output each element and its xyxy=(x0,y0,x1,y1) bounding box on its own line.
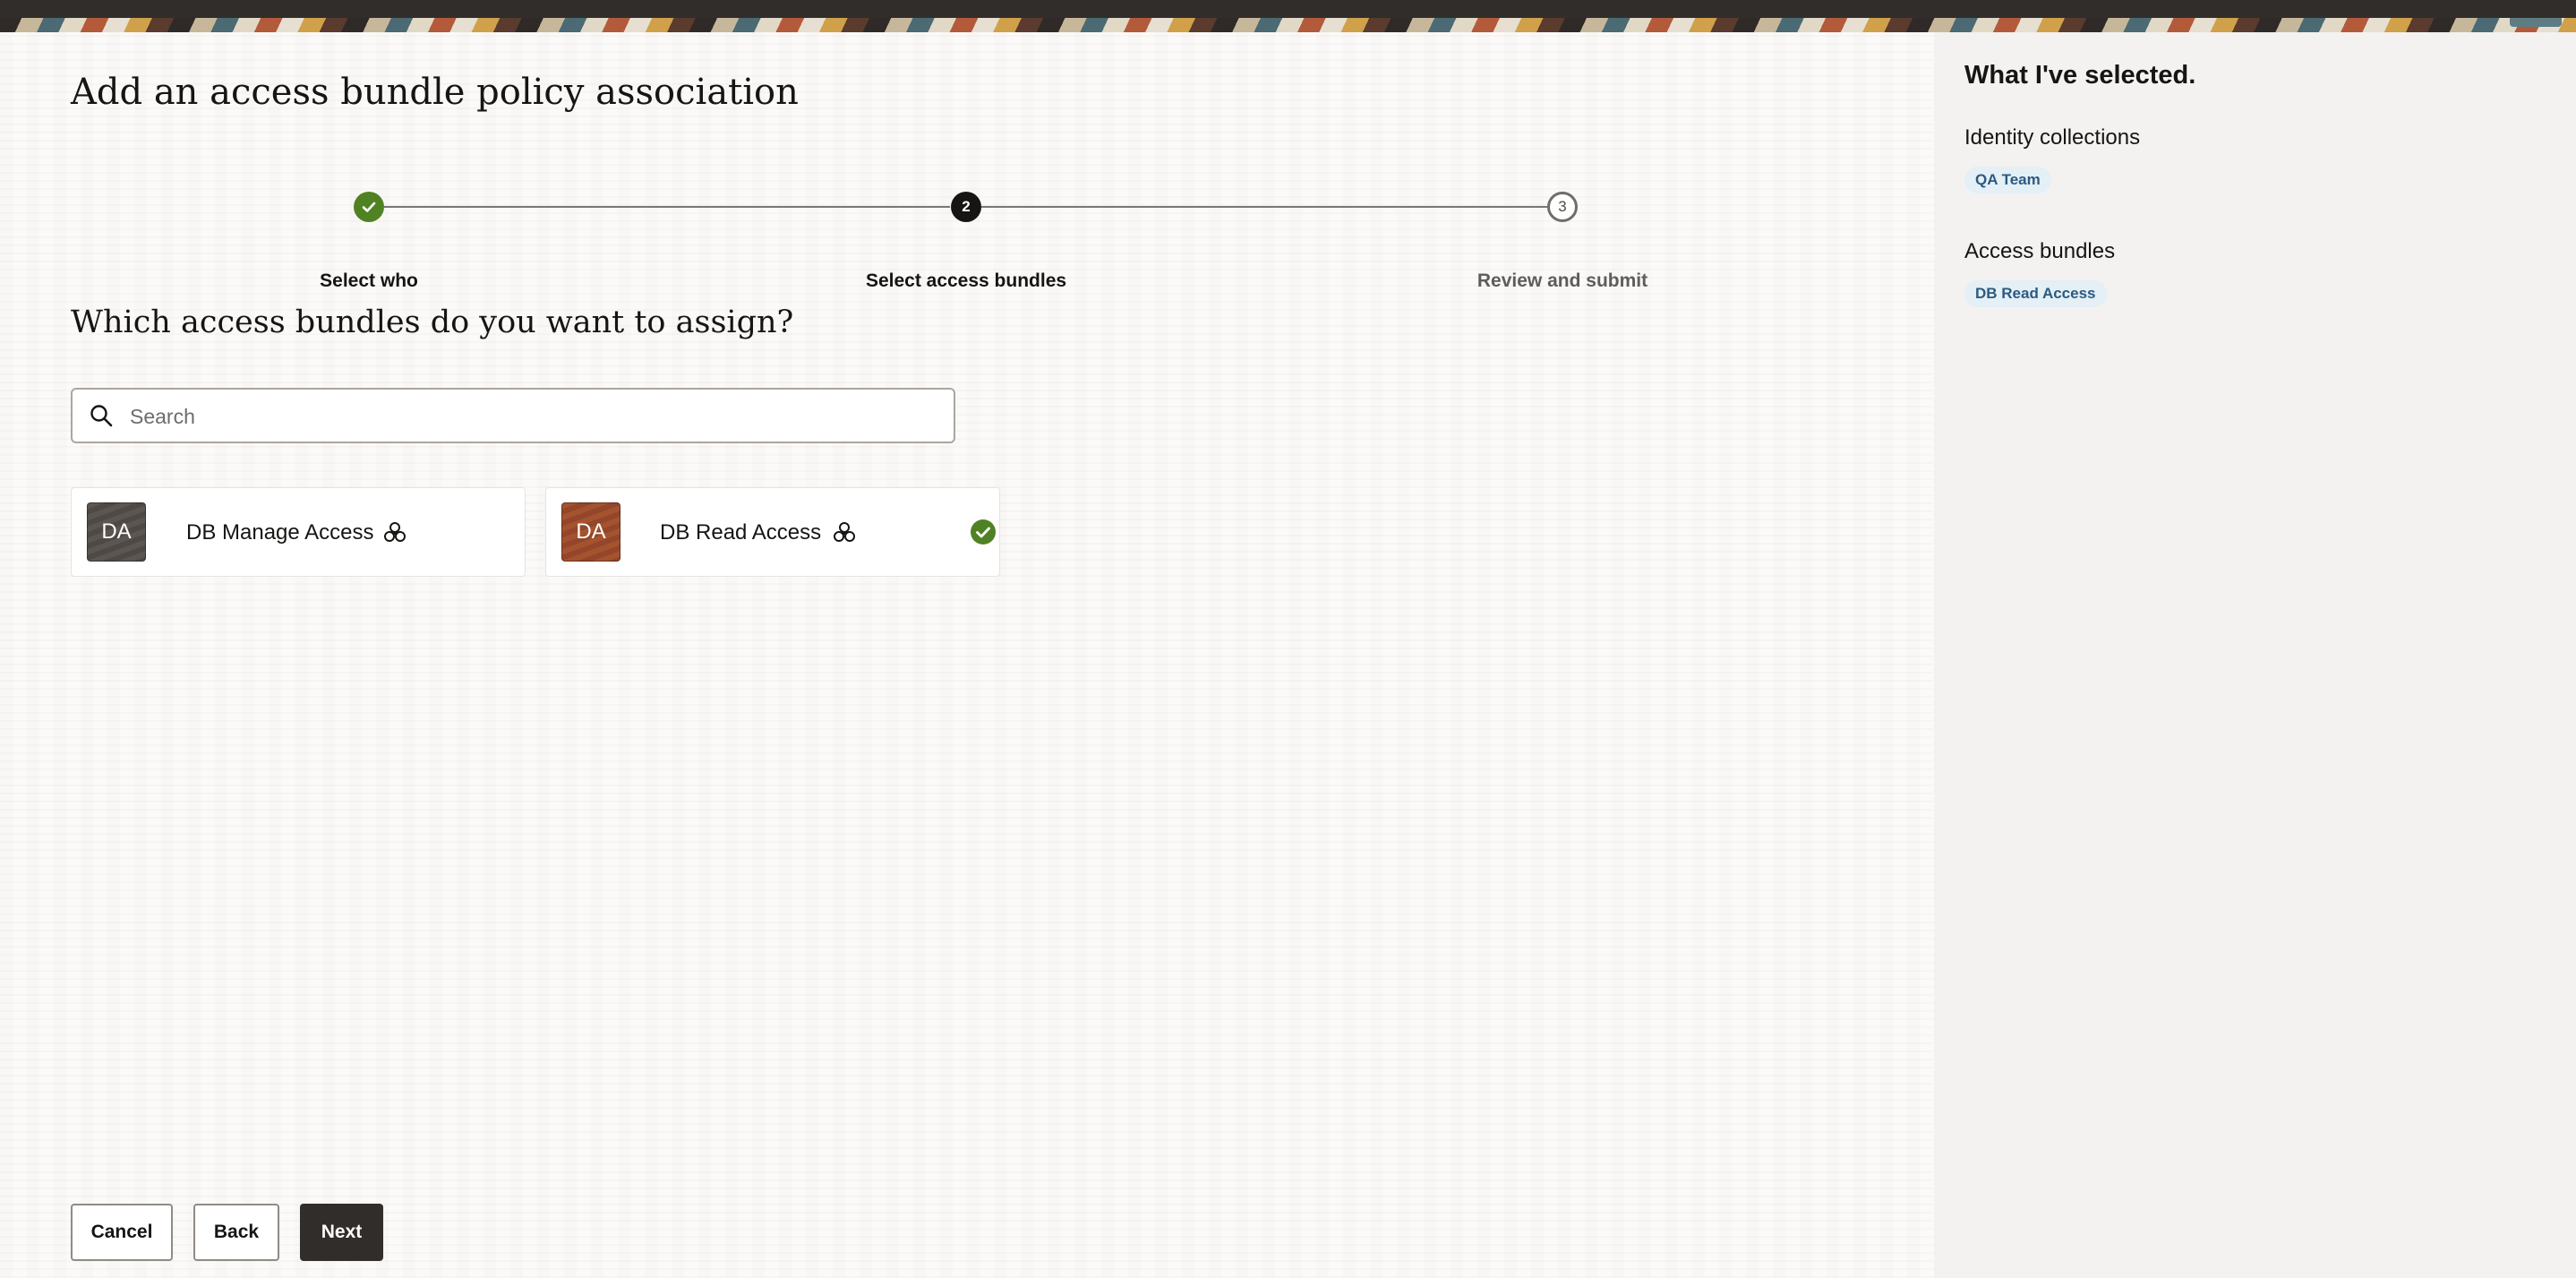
cancel-button[interactable]: Cancel xyxy=(71,1204,173,1261)
banner-button[interactable] xyxy=(2510,18,2562,27)
step-2-label: Select access bundles xyxy=(865,270,1067,291)
top-bar xyxy=(0,0,2576,18)
bundle-name: DB Read Access xyxy=(660,520,822,545)
selected-identity-chip: QA Team xyxy=(1964,167,2051,193)
search-icon xyxy=(90,405,113,427)
bundle-avatar: DA xyxy=(561,502,620,562)
check-icon xyxy=(362,202,376,212)
step-1-label: Select who xyxy=(320,270,418,291)
step-connector xyxy=(384,206,950,208)
search-input[interactable] xyxy=(128,397,937,436)
decorative-banner xyxy=(0,18,2576,32)
bundle-name: DB Manage Access xyxy=(186,520,374,545)
step-2-indicator: 2 xyxy=(951,192,981,222)
step-3-label: Review and submit xyxy=(1476,270,1648,291)
bundle-card-db-manage-access[interactable]: DA DB Manage Access xyxy=(71,487,526,577)
back-button[interactable]: Back xyxy=(193,1204,279,1261)
section-question: Which access bundles do you want to assi… xyxy=(71,304,794,340)
step-connector xyxy=(981,206,1547,208)
access-bundles-heading: Access bundles xyxy=(1964,239,2116,263)
selection-summary-panel: What I've selected. Identity collections… xyxy=(1934,32,2576,1278)
identity-collections-heading: Identity collections xyxy=(1964,125,2141,150)
access-bundle-icon xyxy=(384,522,406,542)
search-field[interactable] xyxy=(71,388,955,443)
bundle-avatar: DA xyxy=(87,502,146,562)
selected-bundle-chip: DB Read Access xyxy=(1964,280,2107,307)
check-circle-icon xyxy=(971,519,996,545)
stepper: 2 3 Select who Select access bundles Rev… xyxy=(0,190,1934,291)
page-title: Add an access bundle policy association xyxy=(71,72,799,113)
step-3-indicator: 3 xyxy=(1547,192,1578,222)
summary-title: What I've selected. xyxy=(1964,61,2196,90)
access-bundle-icon xyxy=(834,522,855,542)
bundle-card-db-read-access[interactable]: DA DB Read Access xyxy=(545,487,1000,577)
next-button[interactable]: Next xyxy=(300,1204,383,1261)
step-1-indicator xyxy=(354,192,384,222)
main-content: Add an access bundle policy association … xyxy=(0,32,1934,1278)
